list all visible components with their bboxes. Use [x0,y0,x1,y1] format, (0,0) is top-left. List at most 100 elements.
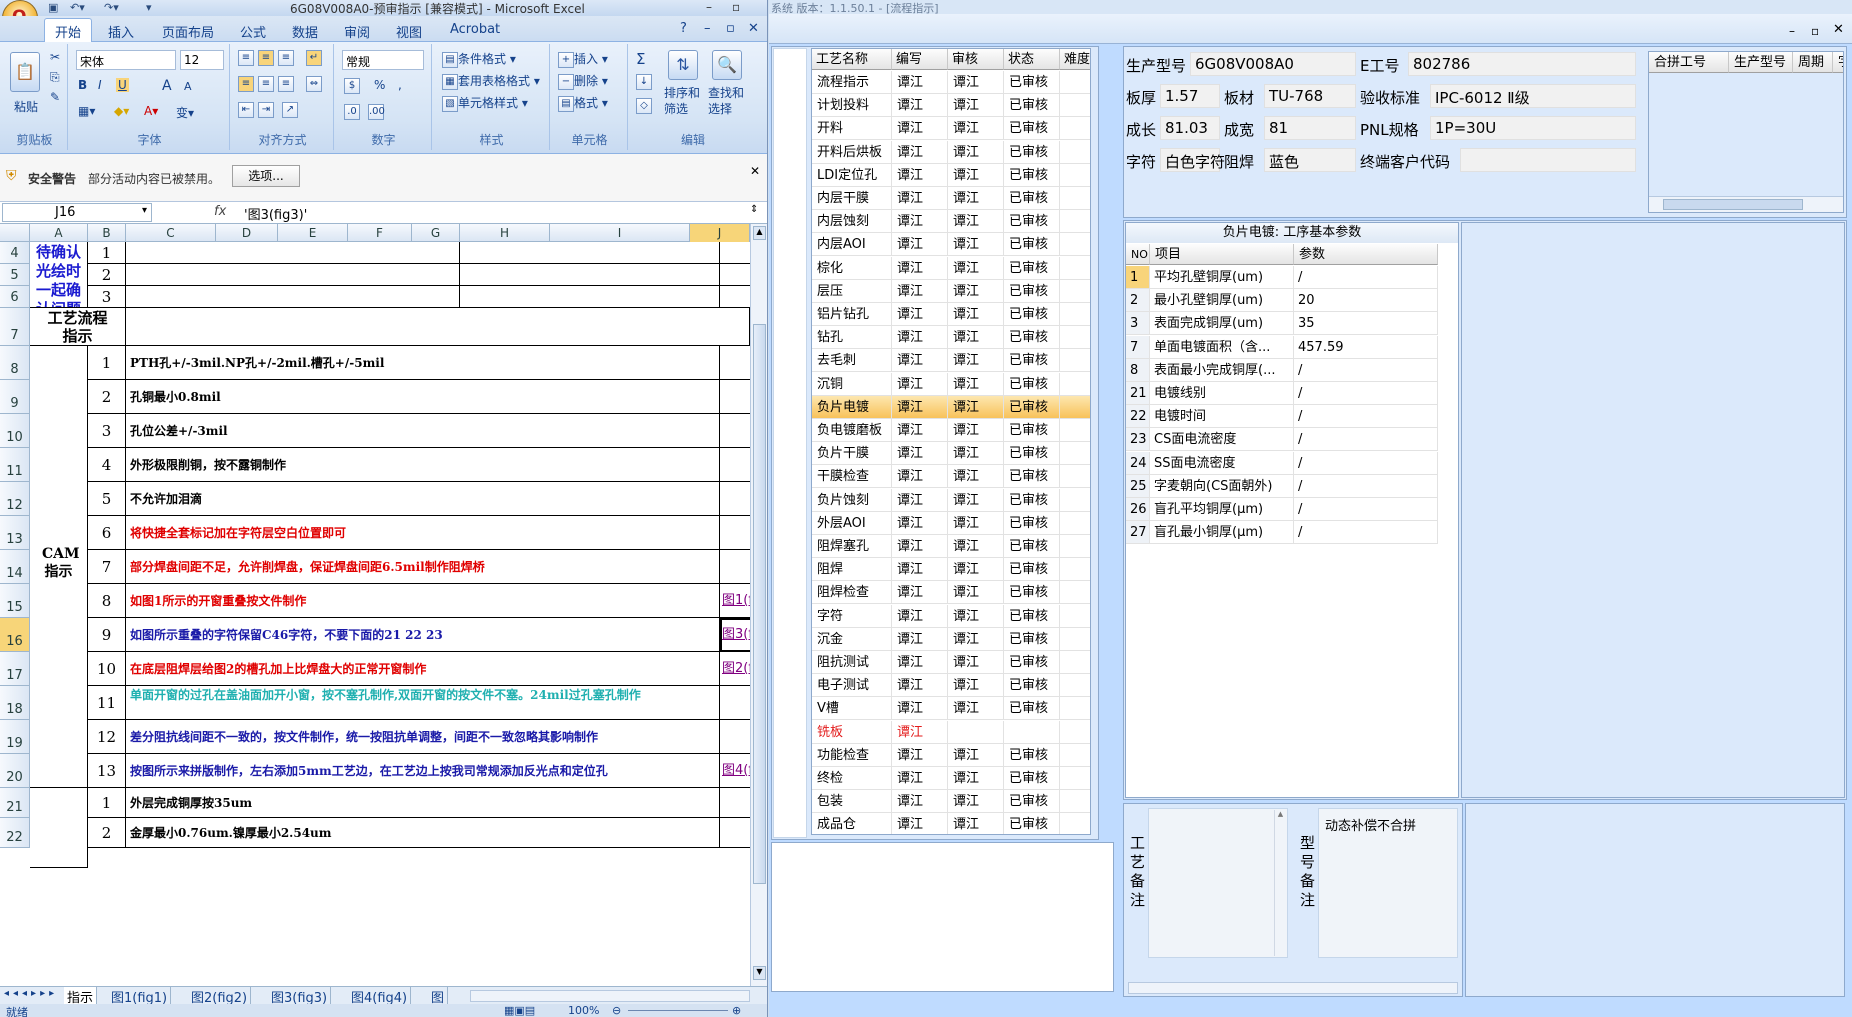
formula-expand-icon[interactable]: ⇕ [750,204,758,215]
thickness-value[interactable]: 1.57 [1160,84,1220,108]
cam-item-text[interactable]: 差分阻抗线间距不一致的，按文件制作，统一按阻抗单调整，间距不一致忽略其影响制作 [126,720,720,754]
process-row[interactable]: 棕化 谭江 谭江 已审核 [812,256,1090,280]
pending-item-text[interactable] [126,286,460,308]
merge-hscroll[interactable] [1649,196,1843,212]
minimize-icon[interactable]: – [706,0,712,14]
param-row[interactable]: 24 SS面电流密度 / [1126,451,1438,475]
sheet-tab-fig3[interactable]: 图3(fig3) [268,987,332,1006]
align-bottom-icon[interactable]: ≡ [278,50,294,66]
cam-item-text[interactable]: 孔位公差+/-3mil [126,414,720,448]
currency-icon[interactable]: $ [344,78,360,94]
formula-input[interactable]: '图3(fig3)' [244,204,307,223]
tab-review[interactable]: 审阅 [344,22,370,41]
cam-item-text[interactable]: 部分焊盘间距不足，允许削焊盘，保证焊盘间距6.5mil制作阻焊桥 [126,550,720,584]
tab-formulas[interactable]: 公式 [240,22,266,41]
find-select-label[interactable]: 查找和 [708,84,744,101]
zoom-in-icon[interactable]: ⊕ [732,1004,741,1017]
row-header[interactable]: 19 [0,720,30,754]
pending-item-link[interactable] [720,264,750,286]
decrease-decimal-icon[interactable]: .00 [368,104,385,120]
undo-icon[interactable]: ↶▾ [70,1,85,14]
conditional-format-button[interactable]: ▤ 条件格式 ▾ [442,50,516,68]
process-row[interactable]: 终检 谭江 谭江 已审核 [812,767,1090,790]
col-header-c[interactable]: C [126,224,216,242]
process-row[interactable]: V槽 谭江 谭江 已审核 [812,697,1090,721]
row-header[interactable]: 8 [0,346,30,380]
customer-code-value[interactable] [1460,148,1636,172]
ribbon-minimize-icon[interactable]: – [704,21,711,36]
zoom-level[interactable]: 100% [568,1004,599,1017]
pending-item-link[interactable] [720,242,750,264]
autosum-button[interactable]: Σ [636,50,645,68]
delete-cells-button[interactable]: − 删除 ▾ [558,72,608,90]
row-header[interactable]: 14 [0,550,30,584]
align-right-icon[interactable]: ≡ [278,76,294,92]
cam-item-text[interactable]: 外形极限削铜，按不露铜制作 [126,448,720,482]
zoom-slider[interactable] [628,1010,728,1011]
process-row[interactable]: 阻焊塞孔 谭江 谭江 已审核 [812,535,1090,558]
standard-value[interactable]: IPC-6012 Ⅱ级 [1430,84,1636,108]
mdi-restore-icon[interactable]: ▫ [1811,24,1819,38]
align-middle-icon[interactable]: ≡ [258,50,274,66]
row-header[interactable]: 15 [0,584,30,618]
model-value[interactable]: 6G08V008A0 [1190,52,1356,76]
process-row[interactable]: 负片电镀 谭江 谭江 已审核 [812,395,1090,419]
fx-icon[interactable]: fx [214,204,226,219]
save-icon[interactable]: ▣ [48,1,58,14]
process-row[interactable]: 内层蚀刻 谭江 谭江 已审核 [812,210,1090,234]
wrap-text-icon[interactable]: ↵ [306,50,322,66]
col-param[interactable]: 参数 [1294,244,1438,265]
tab-insert[interactable]: 插入 [108,22,134,41]
process-note-scrollbar[interactable]: ▲ [1274,810,1286,956]
sheet-tab-fig1[interactable]: 图1(fig1) [108,987,172,1006]
process-row[interactable]: 字符 谭江 谭江 已审核 [812,604,1090,628]
col-header-d[interactable]: D [216,224,278,242]
zoom-out-icon[interactable]: ⊖ [612,1004,621,1017]
underline-button[interactable]: U [116,78,129,92]
cam-item-text[interactable]: 孔铜最小0.8mil [126,380,720,414]
notes-hscroll[interactable] [1128,982,1458,994]
section-pending-label[interactable]: 待确认光绘时一起确认问题 [30,242,88,308]
ribbon-restore-icon[interactable]: ▫ [726,21,735,36]
quick-access-dropdown-icon[interactable]: ▾ [146,1,152,14]
process-row[interactable]: 内层AOI 谭江 谭江 已审核 [812,233,1090,257]
cam-item-text[interactable]: PTH孔+/-3mil.NP孔+/-2mil.槽孔+/-5mil [126,346,720,380]
col-reviewer[interactable]: 审核 [948,49,1004,70]
scroll-up-icon[interactable]: ▲ [753,226,766,240]
scroll-down-icon[interactable]: ▼ [753,966,766,980]
align-left-icon[interactable]: ≡ [238,76,254,92]
pending-item-link[interactable] [720,286,750,308]
process-row[interactable]: 铣板 谭江 [812,720,1090,744]
process-row[interactable]: 负电镀磨板 谭江 谭江 已审核 [812,419,1090,442]
cam-item-text[interactable]: 不允许加泪滴 [126,482,720,516]
insert-cells-button[interactable]: + 插入 ▾ [558,50,608,68]
process-row[interactable]: 流程指示 谭江 谭江 已审核 [812,71,1090,94]
process-row[interactable]: 负片蚀刻 谭江 谭江 已审核 [812,488,1090,512]
soldermask-value[interactable]: 蓝色 [1264,148,1356,172]
col-merge-eng[interactable]: 合拼工号 [1649,52,1729,73]
merge-center-icon[interactable]: ⇔ [306,76,322,92]
pending-item-extra[interactable] [460,242,720,264]
cam-item-text[interactable]: 按图所示来拼版制作，左右添加5mm工艺边，在工艺边上按我司常规添加反光点和定位孔 [126,754,720,788]
pending-item-extra[interactable] [460,264,720,286]
sort-filter-label2[interactable]: 筛选 [664,100,688,117]
col-header-g[interactable]: G [412,224,460,242]
find-select-label2[interactable]: 选择 [708,100,732,117]
clear-icon[interactable]: ◇ [636,98,652,114]
copy-icon[interactable]: ⎘ [50,70,60,85]
increase-indent-icon[interactable]: ⇥ [258,102,274,118]
fill-color-icon[interactable]: ◆▾ [114,104,129,118]
row-header[interactable]: 18 [0,686,30,720]
cam-item-link[interactable]: 图2(fig [720,652,750,686]
col-no[interactable]: NO [1126,244,1150,265]
namebox-dropdown-icon[interactable]: ▾ [142,205,147,216]
row-header[interactable]: 4 [0,242,30,264]
fill-icon[interactable]: ↓ [636,74,652,90]
grow-font-button[interactable]: A [162,78,172,94]
process-row[interactable]: 阻抗测试 谭江 谭江 已审核 [812,651,1090,674]
process-row[interactable]: 开料后烘板 谭江 谭江 已审核 [812,140,1090,164]
tab-home[interactable]: 开始 [44,18,93,43]
row-header[interactable]: 12 [0,482,30,516]
extra-item-text[interactable]: 外层完成铜厚按35um [126,788,720,818]
font-color-icon[interactable]: A▾ [144,104,158,118]
